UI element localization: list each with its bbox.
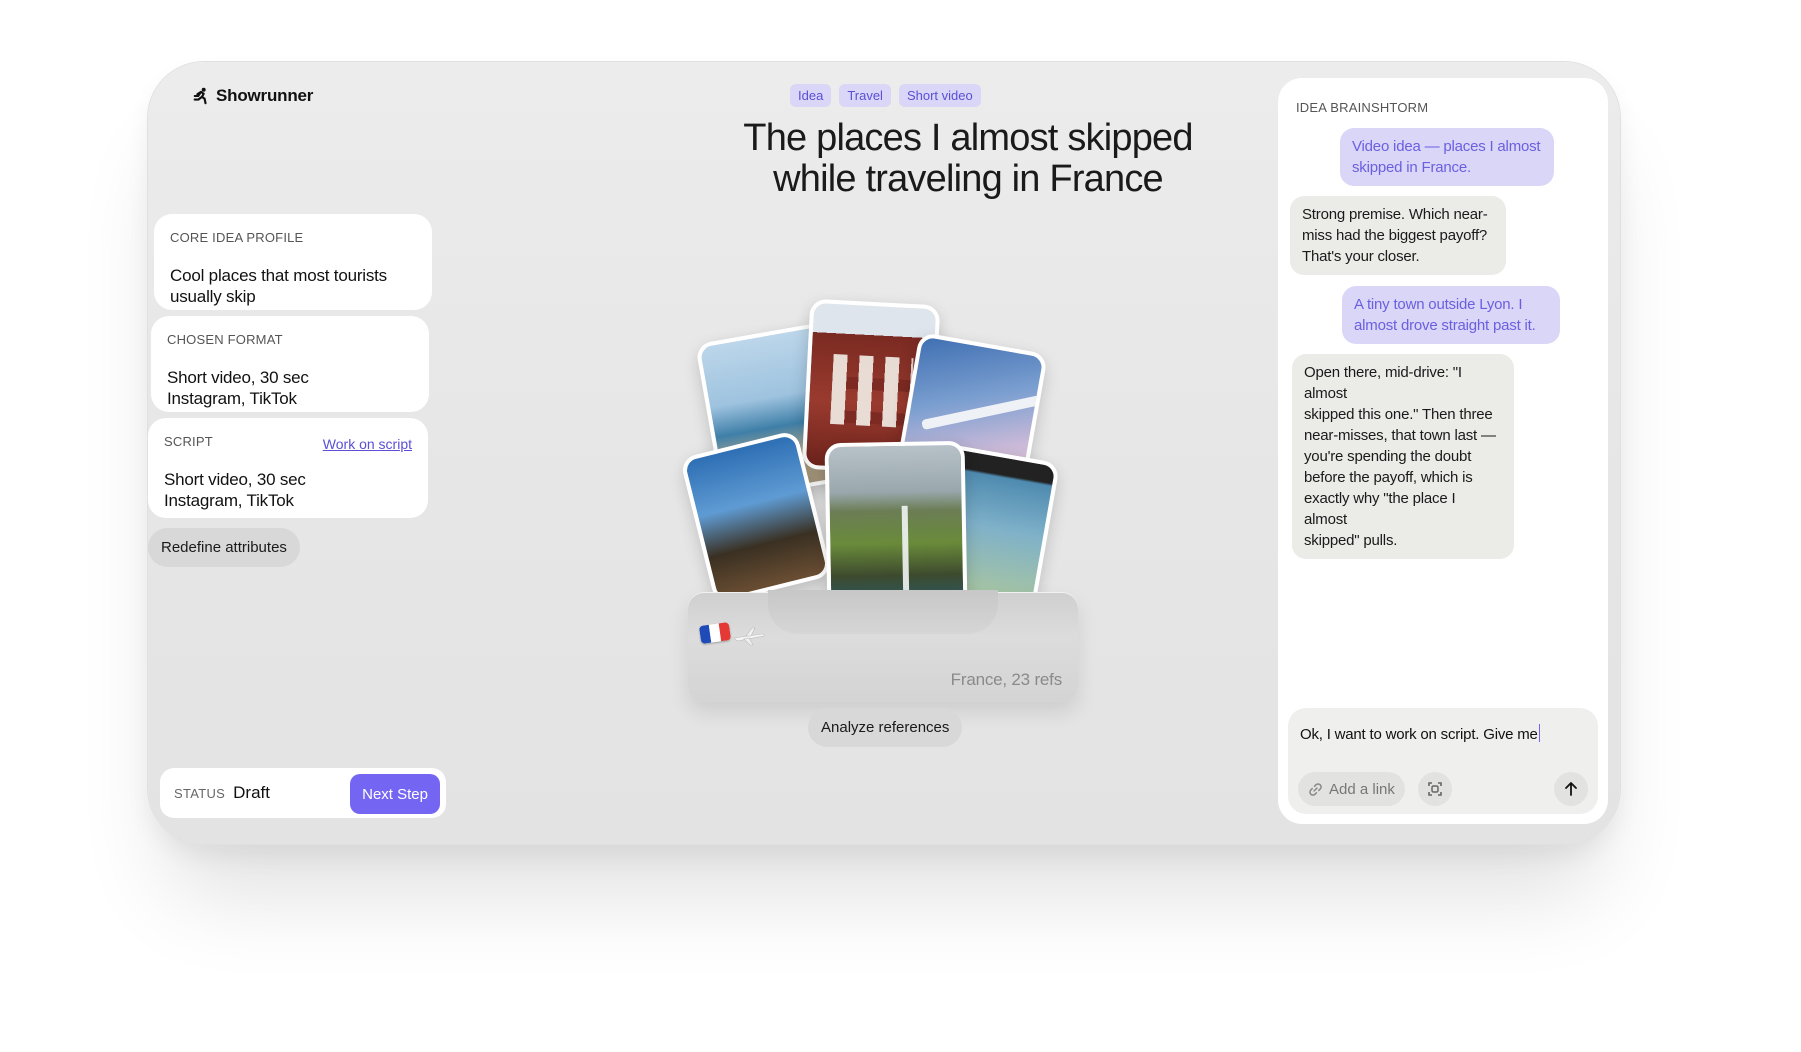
core-idea-value: Cool places that most tourists usually s… <box>170 265 416 307</box>
format-value: Short video, 30 sec Instagram, TikTok <box>167 367 413 409</box>
next-step-button[interactable]: Next Step <box>350 774 440 814</box>
message-line: skipped in France. <box>1352 159 1471 176</box>
chat-title: IDEA BRAINSHTORM <box>1296 100 1429 115</box>
chat-message-bot-2: Open there, mid-drive: "I almost skipped… <box>1292 354 1514 559</box>
message-line: miss had the biggest payoff? <box>1302 227 1488 244</box>
message-input[interactable]: Ok, I want to work on script. Give me <box>1300 724 1541 743</box>
message-line: you're spending the doubt <box>1304 448 1472 465</box>
title-line-1: The places I almost skipped <box>743 117 1193 159</box>
house-windows <box>830 354 914 429</box>
message-line: skipped this one." Then three <box>1304 406 1493 423</box>
work-on-script-link[interactable]: Work on script <box>323 436 412 452</box>
message-composer[interactable]: Ok, I want to work on script. Give me Ad… <box>1288 708 1598 814</box>
reference-tray[interactable]: France, 23 refs <box>688 590 1078 702</box>
tray-notch <box>768 590 998 634</box>
runner-icon <box>193 87 207 105</box>
script-value: Short video, 30 sec Instagram, TikTok <box>164 469 412 511</box>
app-name: Showrunner <box>216 86 314 105</box>
chosen-format-card[interactable]: CHOSEN FORMAT Short video, 30 sec Instag… <box>151 316 429 412</box>
add-link-label: Add a link <box>1329 780 1395 798</box>
airplane-icon <box>733 627 765 646</box>
chat-message-bot-1: Strong premise. Which near- miss had the… <box>1290 196 1506 275</box>
chat-message-user-2: A tiny town outside Lyon. I almost drove… <box>1342 286 1560 344</box>
waterfall-shape <box>901 505 910 596</box>
format-line-1: Short video, 30 sec <box>167 368 309 387</box>
scan-button[interactable] <box>1418 772 1452 806</box>
tag-idea[interactable]: Idea <box>790 84 832 107</box>
app-window: Showrunner Idea Travel Short video The p… <box>148 62 1620 844</box>
france-flag-icon <box>698 622 732 644</box>
link-icon <box>1309 782 1322 796</box>
message-line: A tiny town outside Lyon. I <box>1354 296 1523 313</box>
message-line: That's your closer. <box>1302 248 1420 265</box>
redefine-attributes-button[interactable]: Redefine attributes <box>148 528 300 567</box>
flag-red <box>718 622 732 642</box>
script-card[interactable]: SCRIPT Work on script Short video, 30 se… <box>148 418 428 518</box>
script-line-2: Instagram, TikTok <box>164 491 294 510</box>
format-line-2: Instagram, TikTok <box>167 389 297 408</box>
chat-message-user-1: Video idea — places I almost skipped in … <box>1340 128 1554 186</box>
reference-stack[interactable]: France, 23 refs <box>679 298 1108 742</box>
tray-count-label: France, 23 refs <box>950 670 1063 689</box>
core-idea-line-2: usually skip <box>170 287 256 306</box>
add-link-button[interactable]: Add a link <box>1298 772 1405 806</box>
script-line-1: Short video, 30 sec <box>164 470 306 489</box>
tag-list: Idea Travel Short video <box>790 84 981 107</box>
chat-panel: IDEA BRAINSHTORM Video idea — places I a… <box>1278 78 1608 824</box>
reference-waterfall-island[interactable] <box>824 440 968 614</box>
arrow-up-icon <box>1565 782 1577 796</box>
message-line: near-misses, that town last — <box>1304 427 1496 444</box>
tag-short-video[interactable]: Short video <box>898 84 981 107</box>
message-line: skipped" pulls. <box>1304 532 1398 549</box>
scan-icon <box>1428 782 1442 796</box>
status-value: Draft <box>233 783 270 802</box>
status-bar: STATUS Draft Next Step <box>160 768 446 818</box>
message-line: almost drove straight past it. <box>1354 317 1536 334</box>
status-label: STATUS <box>174 785 226 801</box>
page-title: The places I almost skipped while travel… <box>598 118 1338 200</box>
app-logo: Showrunner <box>192 86 313 106</box>
core-idea-line-1: Cool places that most tourists <box>170 266 387 285</box>
message-line: Video idea — places I almost <box>1352 138 1541 155</box>
core-idea-label: CORE IDEA PROFILE <box>170 230 304 245</box>
title-line-2: while traveling in France <box>773 158 1164 200</box>
message-line: before the payoff, which is <box>1304 469 1473 486</box>
text-caret <box>1538 724 1541 742</box>
message-line: Open there, mid-drive: "I almost <box>1304 364 1462 402</box>
message-line: exactly why "the place I almost <box>1304 490 1456 528</box>
analyze-references-button[interactable]: Analyze references <box>808 708 963 747</box>
tag-travel[interactable]: Travel <box>839 84 891 107</box>
message-line: Strong premise. Which near- <box>1302 206 1488 223</box>
format-label: CHOSEN FORMAT <box>167 332 283 347</box>
send-button[interactable] <box>1554 772 1588 806</box>
wing-shape <box>921 395 1041 431</box>
core-idea-card[interactable]: CORE IDEA PROFILE Cool places that most … <box>154 214 432 310</box>
message-input-value: Ok, I want to work on script. Give me <box>1300 726 1538 743</box>
